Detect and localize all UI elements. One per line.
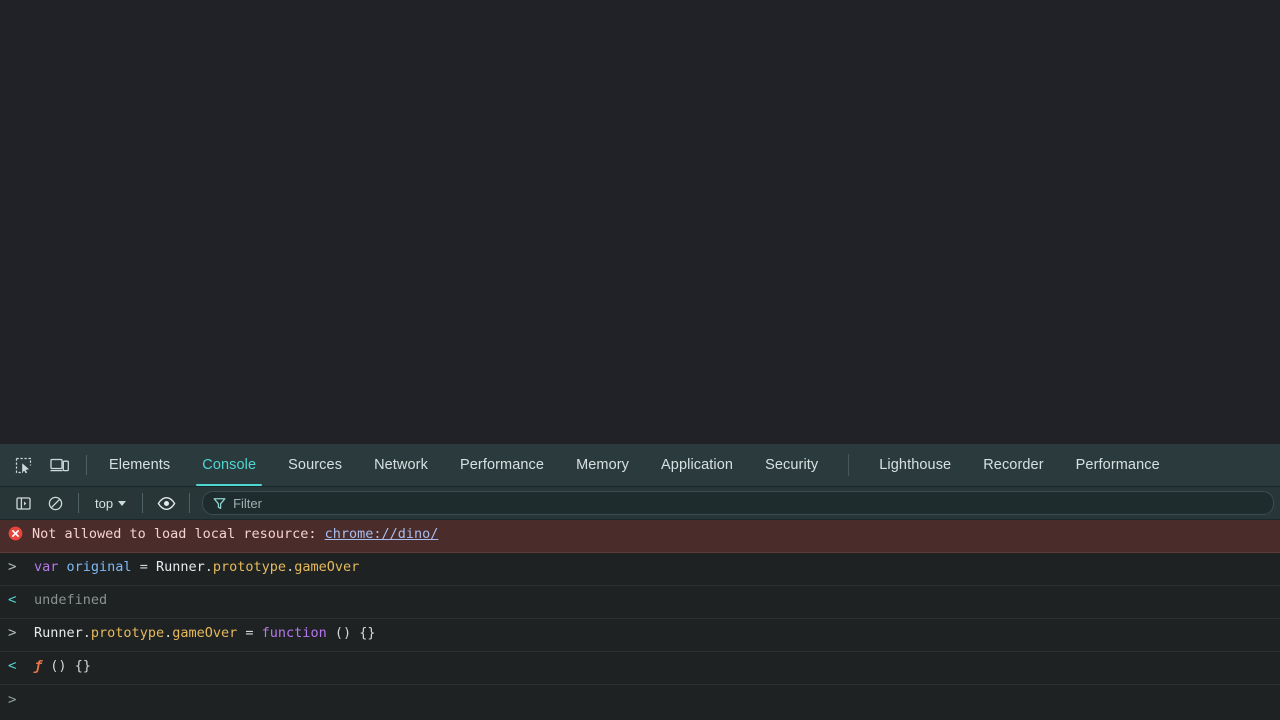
code-token: prototype xyxy=(212,559,287,575)
console-input-row[interactable]: > Runner.prototype.gameOver = function (… xyxy=(0,619,1280,652)
tab-security[interactable]: Security xyxy=(749,444,834,486)
code-token: function xyxy=(261,625,327,641)
filter-funnel-icon xyxy=(213,497,226,509)
devtools-panel: Elements Console Sources Network Perform… xyxy=(0,444,1280,720)
tab-label: Sources xyxy=(288,457,343,473)
console-output-value: ƒ () {} xyxy=(34,657,1272,675)
clear-console-icon[interactable] xyxy=(40,488,70,518)
code-token: {} xyxy=(74,658,91,674)
tab-console[interactable]: Console xyxy=(186,444,272,486)
eye-icon[interactable] xyxy=(151,488,181,518)
toolbar-divider xyxy=(86,455,87,475)
input-chevron-icon: > xyxy=(8,559,17,575)
console-output-value: undefined xyxy=(34,591,1272,609)
devtools-tabs: Elements Console Sources Network Perform… xyxy=(93,444,1280,486)
tab-label: Recorder xyxy=(983,457,1044,473)
console-error-content: Not allowed to load local resource: chro… xyxy=(32,525,1272,543)
code-token: undefined xyxy=(34,592,108,608)
console-toolbar-divider-3 xyxy=(189,493,191,513)
console-input-expression: var original = Runner.prototype.gameOver xyxy=(34,558,1272,576)
code-token: {} xyxy=(359,625,376,641)
tab-label: Console xyxy=(202,457,257,473)
filter-placeholder: Filter xyxy=(233,495,262,511)
tab-group-divider xyxy=(848,454,850,476)
console-prompt-row[interactable]: > xyxy=(0,685,1280,720)
tab-elements[interactable]: Elements xyxy=(93,444,186,486)
tab-label: Lighthouse xyxy=(879,457,952,473)
devtools-tool-icons xyxy=(0,444,80,486)
tab-label: Network xyxy=(374,457,428,473)
code-token: Runner xyxy=(34,625,83,641)
tab-performance[interactable]: Performance xyxy=(444,444,560,486)
tab-recorder[interactable]: Recorder xyxy=(967,444,1059,486)
error-circle-icon xyxy=(8,526,23,541)
code-token: gameOver xyxy=(172,625,238,641)
code-token: . xyxy=(286,559,295,575)
tab-lighthouse[interactable]: Lighthouse xyxy=(863,444,967,486)
console-output-row[interactable]: < ƒ () {} xyxy=(0,652,1280,685)
code-token: Runner xyxy=(155,559,205,575)
inspect-element-icon[interactable] xyxy=(8,450,38,480)
tab-performance-insights[interactable]: Performance xyxy=(1060,444,1176,486)
tab-application[interactable]: Application xyxy=(645,444,749,486)
console-input-row[interactable]: > var original = Runner.prototype.gameOv… xyxy=(0,553,1280,586)
console-toolbar-divider-2 xyxy=(142,493,144,513)
console-toolbar: top Filter xyxy=(0,487,1280,520)
code-token: . xyxy=(204,559,213,575)
prompt-chevron-icon: > xyxy=(8,692,17,708)
execution-context-select[interactable]: top xyxy=(87,492,134,514)
code-token: var xyxy=(34,559,59,575)
input-chevron-icon: > xyxy=(8,625,17,641)
tab-label: Performance xyxy=(1075,457,1160,473)
code-token: () xyxy=(334,625,352,641)
code-token: = xyxy=(245,625,254,641)
browser-window: Elements Console Sources Network Perform… xyxy=(0,0,1280,720)
tab-label: Memory xyxy=(576,457,630,473)
tab-network[interactable]: Network xyxy=(358,444,444,486)
tab-label: Performance xyxy=(459,457,545,473)
code-token: = xyxy=(139,559,148,575)
console-error-row[interactable]: Not allowed to load local resource: chro… xyxy=(0,520,1280,553)
console-toolbar-divider-1 xyxy=(78,493,79,513)
filter-input[interactable]: Filter xyxy=(202,491,1274,515)
console-input-expression: Runner.prototype.gameOver = function () … xyxy=(34,624,1272,642)
output-chevron-icon: < xyxy=(8,592,17,608)
tab-label: Security xyxy=(765,457,819,473)
devtools-tabbar: Elements Console Sources Network Perform… xyxy=(0,444,1280,487)
code-token: . xyxy=(164,625,173,641)
code-token: () xyxy=(50,658,67,674)
output-chevron-icon: < xyxy=(8,658,17,674)
console-error-text: Not allowed to load local resource: xyxy=(32,526,325,542)
tab-sources[interactable]: Sources xyxy=(272,444,358,486)
code-token: gameOver xyxy=(294,559,360,575)
tab-label: Application xyxy=(661,457,734,473)
console-output-row[interactable]: < undefined xyxy=(0,586,1280,619)
code-token: . xyxy=(82,625,91,641)
page-viewport xyxy=(0,0,1280,444)
chevron-down-icon xyxy=(118,500,127,506)
console-output[interactable]: Not allowed to load local resource: chro… xyxy=(0,520,1280,720)
code-token: ƒ xyxy=(34,658,43,674)
console-sidebar-icon[interactable] xyxy=(8,488,38,518)
execution-context-value: top xyxy=(95,495,114,511)
code-token: original xyxy=(66,559,132,575)
tab-label: Elements xyxy=(109,457,171,473)
device-toolbar-icon[interactable] xyxy=(44,450,74,480)
code-token: prototype xyxy=(90,625,165,641)
console-error-link[interactable]: chrome://dino/ xyxy=(325,526,439,542)
tab-memory[interactable]: Memory xyxy=(560,444,645,486)
